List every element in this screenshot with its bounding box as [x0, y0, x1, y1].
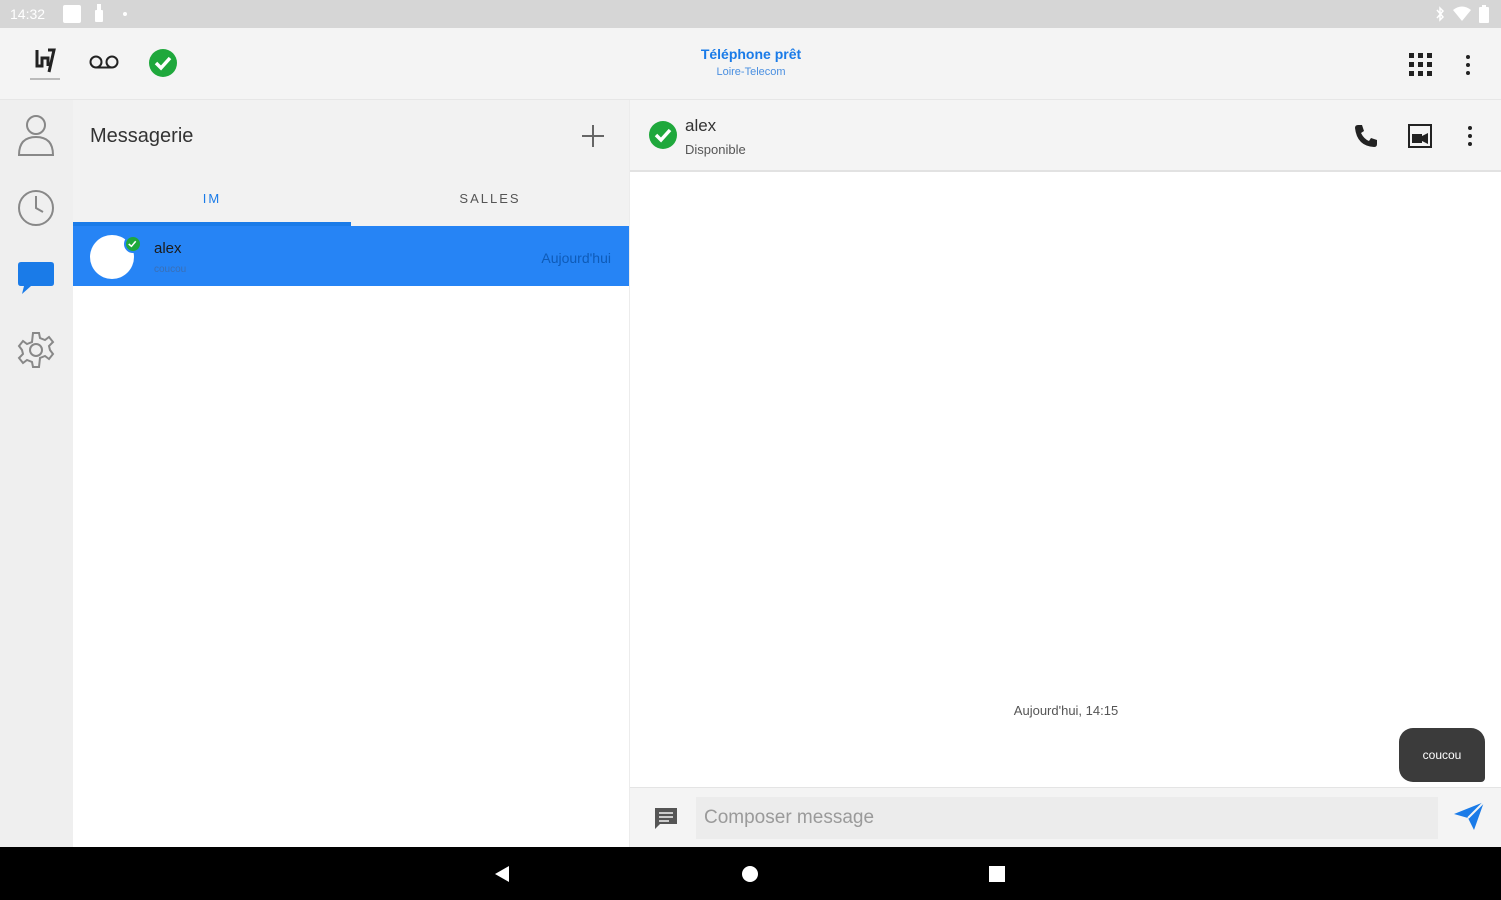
clock-icon [18, 190, 54, 226]
system-navigation-bar [0, 847, 1501, 900]
list-header: Messagerie [73, 100, 629, 170]
recent-apps-icon[interactable] [987, 864, 1007, 884]
message-day-stamp: Aujourd'hui, 14:15 [1013, 703, 1119, 718]
page-title: Messagerie [90, 125, 194, 147]
conversation-name: alex [154, 240, 182, 257]
nav-settings[interactable] [14, 328, 58, 372]
nav-history[interactable] [14, 186, 58, 230]
conversation-date: Aujourd'hui [541, 250, 611, 266]
chat-header: alex Disponible [630, 100, 1501, 172]
home-icon[interactable] [740, 864, 760, 884]
check-circle-icon[interactable] [148, 48, 178, 78]
send-icon[interactable] [1452, 800, 1486, 832]
tab-bar: IM SALLES [73, 170, 629, 226]
more-vert-icon[interactable] [1462, 122, 1478, 150]
tab-salles[interactable]: SALLES [351, 170, 629, 226]
gear-icon [17, 332, 55, 368]
contact-name: alex [685, 116, 717, 135]
phone-status: Téléphone prêt Loire-Telecom [651, 46, 851, 78]
message-input[interactable] [696, 797, 1438, 839]
nav-contacts[interactable] [14, 112, 58, 156]
check-circle-icon [124, 235, 142, 253]
chat-bubble-icon [18, 262, 54, 294]
phone-status-subtitle: Loire-Telecom [716, 66, 786, 78]
check-circle-icon [649, 121, 677, 149]
bluetooth-icon [1436, 6, 1445, 22]
notification-icon [63, 5, 81, 23]
usb-icon [95, 4, 103, 22]
message-bubble[interactable]: coucou [1399, 728, 1485, 782]
video-call-icon[interactable] [1406, 122, 1434, 150]
tab-im[interactable]: IM [73, 170, 351, 226]
battery-icon [1479, 5, 1489, 23]
plus-icon[interactable] [579, 122, 607, 150]
message-composer [630, 787, 1501, 847]
top-app-bar: Téléphone prêt Loire-Telecom [0, 28, 1501, 100]
phone-status-title: Téléphone prêt [700, 46, 802, 62]
person-icon [17, 115, 55, 156]
status-time: 14:32 [10, 6, 46, 22]
voicemail-icon[interactable] [88, 52, 120, 72]
dialpad-icon[interactable] [1408, 52, 1434, 78]
message-icon[interactable] [653, 806, 679, 830]
list-item[interactable]: alex coucou Aujourd'hui [73, 226, 629, 286]
status-bar: 14:32 [0, 0, 1501, 28]
back-icon[interactable] [492, 864, 512, 884]
conversation-preview: coucou [154, 264, 187, 275]
dot-icon [123, 12, 127, 16]
wifi-icon [1453, 6, 1471, 21]
nav-messaging[interactable] [14, 256, 58, 300]
navigation-rail [0, 100, 73, 847]
contact-status: Disponible [685, 142, 746, 157]
more-vert-icon[interactable] [1460, 52, 1476, 78]
app-logo-icon[interactable] [30, 46, 60, 80]
chat-pane: alex Disponible Aujourd'hui, 14:15 couco… [629, 100, 1501, 847]
system-icons [1435, 5, 1489, 23]
phone-icon[interactable] [1352, 122, 1380, 150]
conversation-list-pane: Messagerie IM SALLES alex coucou Aujourd… [73, 100, 629, 847]
